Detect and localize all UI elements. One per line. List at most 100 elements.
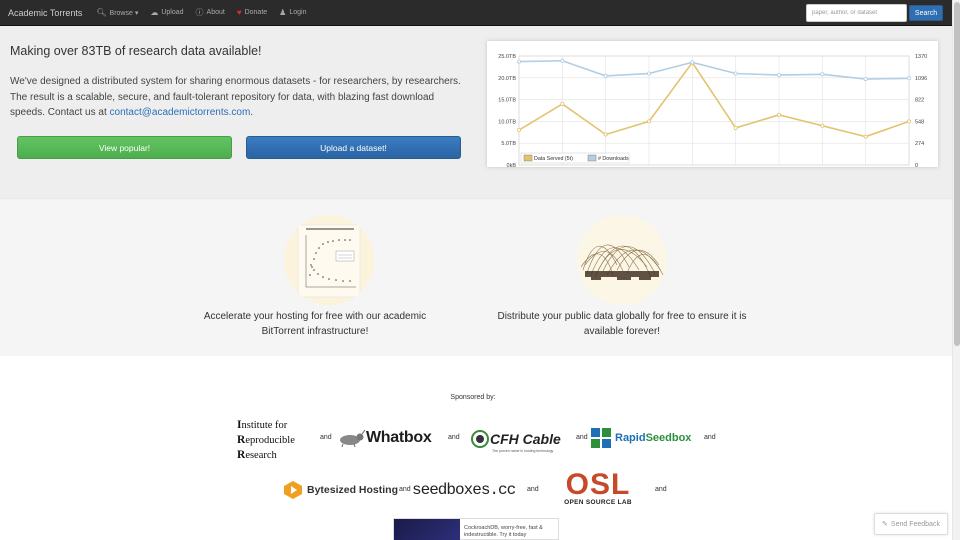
nav-upload-label: Upload	[161, 9, 184, 16]
nav-donate[interactable]: ♥ Donate	[236, 7, 267, 17]
whatbox-name: Whatbox	[366, 429, 432, 446]
chart-legend-swatch	[523, 154, 533, 162]
irr-word-1: nstitute for	[241, 420, 288, 431]
osl-logo[interactable]: OSL OPEN SOURCE LAB	[548, 468, 648, 511]
view-popular-button[interactable]: View popular!	[17, 136, 232, 159]
chart-y-right-tick: 548	[915, 119, 924, 125]
chart-point	[906, 76, 911, 81]
chart-point	[776, 112, 781, 117]
and-text: and	[448, 434, 460, 441]
whatbox-logo[interactable]: Whatbox	[334, 427, 432, 449]
feature-text-distribute: Distribute your public data globally for…	[497, 311, 747, 337]
chart-point	[646, 119, 651, 124]
cockroachdb-thumbnail	[394, 519, 460, 540]
feature-text-hosting: Accelerate your hosting for free with ou…	[203, 311, 427, 337]
heart-icon: ♥	[236, 7, 242, 17]
stats-chart-svg: 25.0TB 1370 20.0TB 1096 15.0TB 822 10.0TB 548 5.…	[498, 54, 927, 167]
chart-y-right-tick: 274	[915, 141, 924, 147]
chart-legend-label: # Downloads	[598, 156, 629, 162]
and-text: and	[399, 486, 411, 493]
chart-y-right-tick: 1370	[915, 54, 927, 60]
chart-y-left-tick: 0kB	[507, 163, 517, 167]
upload-dataset-button[interactable]: Upload a dataset!	[246, 136, 461, 159]
chart-y-left-tick: 10.0TB	[498, 119, 516, 125]
nav-browse[interactable]: 🔍︎ Browse ▾	[96, 7, 139, 17]
chart-point	[690, 60, 695, 65]
chart-point	[603, 132, 608, 137]
seedbox-part: Seedbox	[645, 432, 692, 444]
chart-point	[820, 123, 825, 128]
chart-y-left-tick: 5.0TB	[501, 141, 516, 147]
chart-point	[646, 71, 651, 76]
contact-email-link[interactable]: contact@academictorrents.com	[110, 107, 251, 118]
cfh-tagline: The proven name in hosting technology	[492, 449, 554, 453]
osl-subtitle: OPEN SOURCE LAB	[564, 499, 632, 506]
search-input[interactable]	[806, 4, 907, 22]
chart-legend-swatch	[587, 154, 597, 162]
and-text: and	[320, 434, 332, 441]
nav-upload[interactable]: ☁ Upload	[150, 7, 184, 17]
chart-point	[560, 58, 565, 63]
chart-legend-label: Data Served (5t)	[534, 156, 573, 162]
chart-y-left-tick: 20.0TB	[498, 76, 516, 82]
hero-description: We've designed a distributed system for …	[10, 74, 465, 121]
feedback-label: Send Feedback	[890, 520, 940, 528]
cfh-name: CFH Cable	[490, 431, 561, 447]
hero-title: Making over 83TB of research data availa…	[10, 44, 262, 58]
nav-login-label: Login	[289, 9, 307, 16]
nav-login[interactable]: ♟ Login	[279, 7, 307, 17]
seedboxes-name: seedboxes.cc	[412, 481, 516, 499]
nav-browse-label: Browse ▾	[109, 9, 139, 17]
osl-name: OSL	[565, 468, 631, 501]
chart-y-right-tick: 822	[915, 98, 924, 104]
chart-point	[603, 73, 608, 78]
search-icon: 🔍︎	[96, 7, 107, 17]
seedboxes-cc-logo[interactable]: seedboxes.cc	[412, 479, 516, 501]
chart-point	[776, 73, 781, 78]
rapidseedbox-logo[interactable]: RapidSeedbox	[590, 427, 691, 449]
rapidseedbox-cube-icon	[591, 428, 611, 448]
chart-point	[863, 134, 868, 139]
bytesized-name: Bytesized Hosting	[307, 484, 399, 496]
nav-about-label: About	[206, 9, 225, 16]
chart-y-right-tick: 0	[915, 163, 918, 167]
global-network-visualization-icon	[577, 215, 667, 305]
chart-point	[906, 119, 911, 124]
cockroachdb-ad[interactable]: CockroachDB, worry-free, fast & indestru…	[393, 518, 559, 540]
brand-link[interactable]: Academic Torrents	[8, 8, 82, 18]
chart-plot-area	[518, 55, 910, 166]
cfh-cable-logo[interactable]: CFH Cable The proven name in hosting tec…	[470, 427, 562, 453]
and-text: and	[704, 434, 716, 441]
features-section: Accelerate your hosting for free with ou…	[0, 198, 952, 356]
nav-about[interactable]: ⓘ About	[195, 7, 225, 17]
chart-y-right-tick: 1096	[915, 76, 927, 82]
chart-y-left-tick: 15.0TB	[498, 98, 516, 104]
bytesized-play-icon	[284, 481, 302, 499]
and-text: and	[576, 434, 588, 441]
stats-chart: 25.0TB 1370 20.0TB 1096 15.0TB 822 10.0TB 548 5.…	[487, 41, 938, 167]
irr-word-3: esearch	[245, 450, 277, 461]
user-icon: ♟	[279, 7, 287, 17]
whatbox-animal-icon	[340, 429, 366, 448]
info-icon: ⓘ	[195, 7, 204, 17]
bytesized-hosting-logo[interactable]: Bytesized Hosting	[283, 480, 398, 500]
chart-point	[516, 128, 521, 133]
chart-point	[863, 77, 868, 82]
chart-point	[820, 72, 825, 77]
rapidseedbox-name: RapidSeedbox	[615, 432, 691, 444]
chart-point	[560, 101, 565, 106]
and-text: and	[655, 486, 667, 493]
hero-text-end: .	[250, 107, 254, 118]
scrollbar-thumb[interactable]	[954, 2, 960, 346]
irr-logo[interactable]: Institute for Reproducible Research	[237, 418, 319, 463]
feedback-icon: ✎	[882, 521, 888, 528]
send-feedback-button[interactable]: ✎ Send Feedback	[874, 513, 948, 535]
and-text: and	[527, 486, 539, 493]
chart-point	[516, 59, 521, 64]
scrollbar[interactable]	[952, 0, 960, 540]
sponsored-by-label: Sponsored by:	[450, 394, 496, 401]
upload-icon: ☁	[150, 7, 159, 17]
hero-section: Making over 83TB of research data availa…	[0, 26, 952, 198]
search-button[interactable]: Search	[909, 5, 943, 21]
chart-y-left-tick: 25.0TB	[498, 54, 516, 60]
